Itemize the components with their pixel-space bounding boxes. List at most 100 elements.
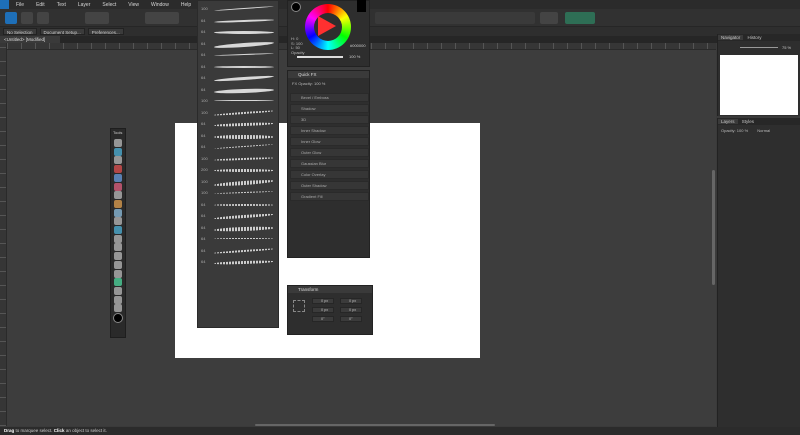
align-tools-icon[interactable] — [375, 12, 535, 24]
persona-export-icon[interactable] — [37, 12, 49, 24]
fx-item[interactable]: Gradient Fill — [290, 192, 369, 201]
tab-styles[interactable]: Styles — [739, 119, 757, 124]
h-field[interactable]: 0 px — [340, 307, 362, 313]
view-icon[interactable] — [114, 304, 122, 313]
rotation-field[interactable]: 0° — [312, 316, 334, 322]
vertical-ruler[interactable] — [0, 43, 7, 426]
color-swatch-icon[interactable] — [113, 313, 123, 323]
fx-item[interactable]: Color Overlay — [290, 170, 369, 179]
menu-edit[interactable]: Edit — [36, 2, 45, 8]
fx-item[interactable]: Inner Shadow — [290, 126, 369, 135]
fx-opacity[interactable]: FX Opacity: 100 % — [288, 78, 369, 89]
brush-item[interactable]: 64 — [198, 84, 280, 96]
pencil-icon[interactable] — [114, 199, 122, 208]
order-icon[interactable] — [540, 12, 558, 24]
menu-help[interactable]: Help — [181, 2, 191, 8]
anchor-icon[interactable] — [293, 300, 305, 312]
crop-icon[interactable] — [114, 156, 122, 165]
brush-item[interactable]: 64 — [198, 245, 280, 257]
shape-icon[interactable] — [114, 269, 122, 278]
menu-view[interactable]: View — [128, 2, 139, 8]
layers-opacity-value[interactable]: Opacity: 100 % — [721, 128, 748, 133]
preferences-button[interactable]: Preferences... — [87, 28, 124, 35]
menu-select[interactable]: Select — [102, 2, 116, 8]
document-setup-button[interactable]: Document Setup... — [39, 28, 85, 35]
fx-item[interactable]: Outer Glow — [290, 148, 369, 157]
paint-icon[interactable] — [114, 165, 122, 174]
brush-item[interactable]: 100 — [198, 95, 280, 107]
app-logo-icon[interactable] — [0, 0, 9, 9]
w-field[interactable]: 0 px — [340, 298, 362, 304]
menu-layer[interactable]: Layer — [78, 2, 91, 8]
opacity-value[interactable]: 100 % — [349, 54, 360, 59]
brush-item[interactable]: 64 — [198, 233, 280, 245]
node-icon[interactable] — [114, 147, 122, 156]
fx-item[interactable]: Inner Glow — [290, 137, 369, 146]
menu-window[interactable]: Window — [151, 2, 169, 8]
transparency-icon[interactable] — [114, 278, 122, 287]
menu-file[interactable]: File — [16, 2, 24, 8]
brush-item[interactable]: 64 — [198, 210, 280, 222]
y-field[interactable]: 0 px — [312, 307, 334, 313]
pen-icon[interactable] — [114, 191, 122, 200]
snapping-icon[interactable] — [145, 12, 179, 24]
brush-item[interactable]: 64 — [198, 26, 280, 38]
color-triangle[interactable] — [318, 16, 336, 36]
move-icon[interactable] — [114, 139, 122, 147]
tab-navigator[interactable]: Navigator — [718, 35, 744, 40]
shear-field[interactable]: 0° — [340, 316, 362, 322]
tab-history[interactable]: History — [745, 35, 765, 40]
brush-item[interactable]: 64 — [198, 130, 280, 142]
blend-mode-select[interactable]: Normal — [757, 128, 770, 133]
ellipse-icon[interactable] — [114, 260, 122, 269]
brush-item[interactable]: 100 — [198, 3, 280, 15]
fill-swatch-icon[interactable] — [291, 2, 301, 12]
zoom-icon[interactable] — [114, 295, 122, 304]
brush-item[interactable]: 64 — [198, 199, 280, 211]
fx-item[interactable]: Bevel / Emboss — [290, 93, 369, 102]
document-tab[interactable]: <Untitled> [Modified] (75.0%) — [0, 36, 60, 49]
brush-item[interactable]: 64 — [198, 141, 280, 153]
brush-item[interactable]: 64 — [198, 256, 280, 268]
persona-pixel-icon[interactable] — [21, 12, 33, 24]
brush-item[interactable]: 100 — [198, 107, 280, 119]
artboard-icon[interactable] — [114, 243, 122, 252]
frame-text-icon[interactable] — [114, 234, 122, 243]
persona-designer-icon[interactable] — [5, 12, 17, 24]
fill-icon[interactable] — [114, 173, 122, 182]
hex-value-field[interactable]: #000000 — [350, 43, 366, 48]
brush-item[interactable]: 200 — [198, 164, 280, 176]
brush-item[interactable]: 64 — [198, 15, 280, 27]
opacity-slider[interactable] — [297, 56, 343, 58]
layers-opacity[interactable]: Opacity: 100 % Normal — [718, 125, 800, 136]
fx-item[interactable]: Gaussian Blur — [290, 159, 369, 168]
navigator-preview[interactable] — [720, 55, 798, 115]
menu-text[interactable]: Text — [57, 2, 66, 8]
eyedropper-icon[interactable] — [114, 286, 122, 295]
brush-item[interactable]: 64 — [198, 72, 280, 84]
x-field[interactable]: 0 px — [312, 298, 334, 304]
vector-brush-icon[interactable] — [114, 208, 122, 217]
gradient-icon[interactable] — [114, 182, 122, 191]
brush-item[interactable]: 64 — [198, 118, 280, 130]
brush-icon[interactable] — [114, 217, 122, 226]
brush-item[interactable]: 100 — [198, 176, 280, 188]
text-icon[interactable] — [114, 226, 122, 234]
brush-item[interactable]: 64 — [198, 61, 280, 73]
tab-layers[interactable]: Layers — [718, 119, 738, 124]
rectangle-icon[interactable] — [114, 252, 122, 261]
horizontal-scrollbar[interactable] — [255, 424, 495, 426]
brush-item[interactable]: 100 — [198, 153, 280, 165]
fx-item[interactable]: 3D — [290, 115, 369, 124]
fx-item[interactable]: Outer Shadow — [290, 181, 369, 190]
stroke-swatch-icon[interactable] — [357, 0, 366, 12]
navigator-zoom-value[interactable]: 75 % — [782, 45, 791, 50]
navigator-zoom-slider[interactable] — [740, 47, 778, 48]
brush-item[interactable]: 64 — [198, 49, 280, 61]
boolean-icon[interactable] — [565, 12, 595, 24]
brush-item[interactable]: 100 — [198, 187, 280, 199]
brush-item[interactable]: 64 — [198, 38, 280, 50]
vertical-scrollbar[interactable] — [712, 170, 715, 285]
document-menu-icon[interactable] — [85, 12, 109, 24]
fx-item[interactable]: Shadow — [290, 104, 369, 113]
